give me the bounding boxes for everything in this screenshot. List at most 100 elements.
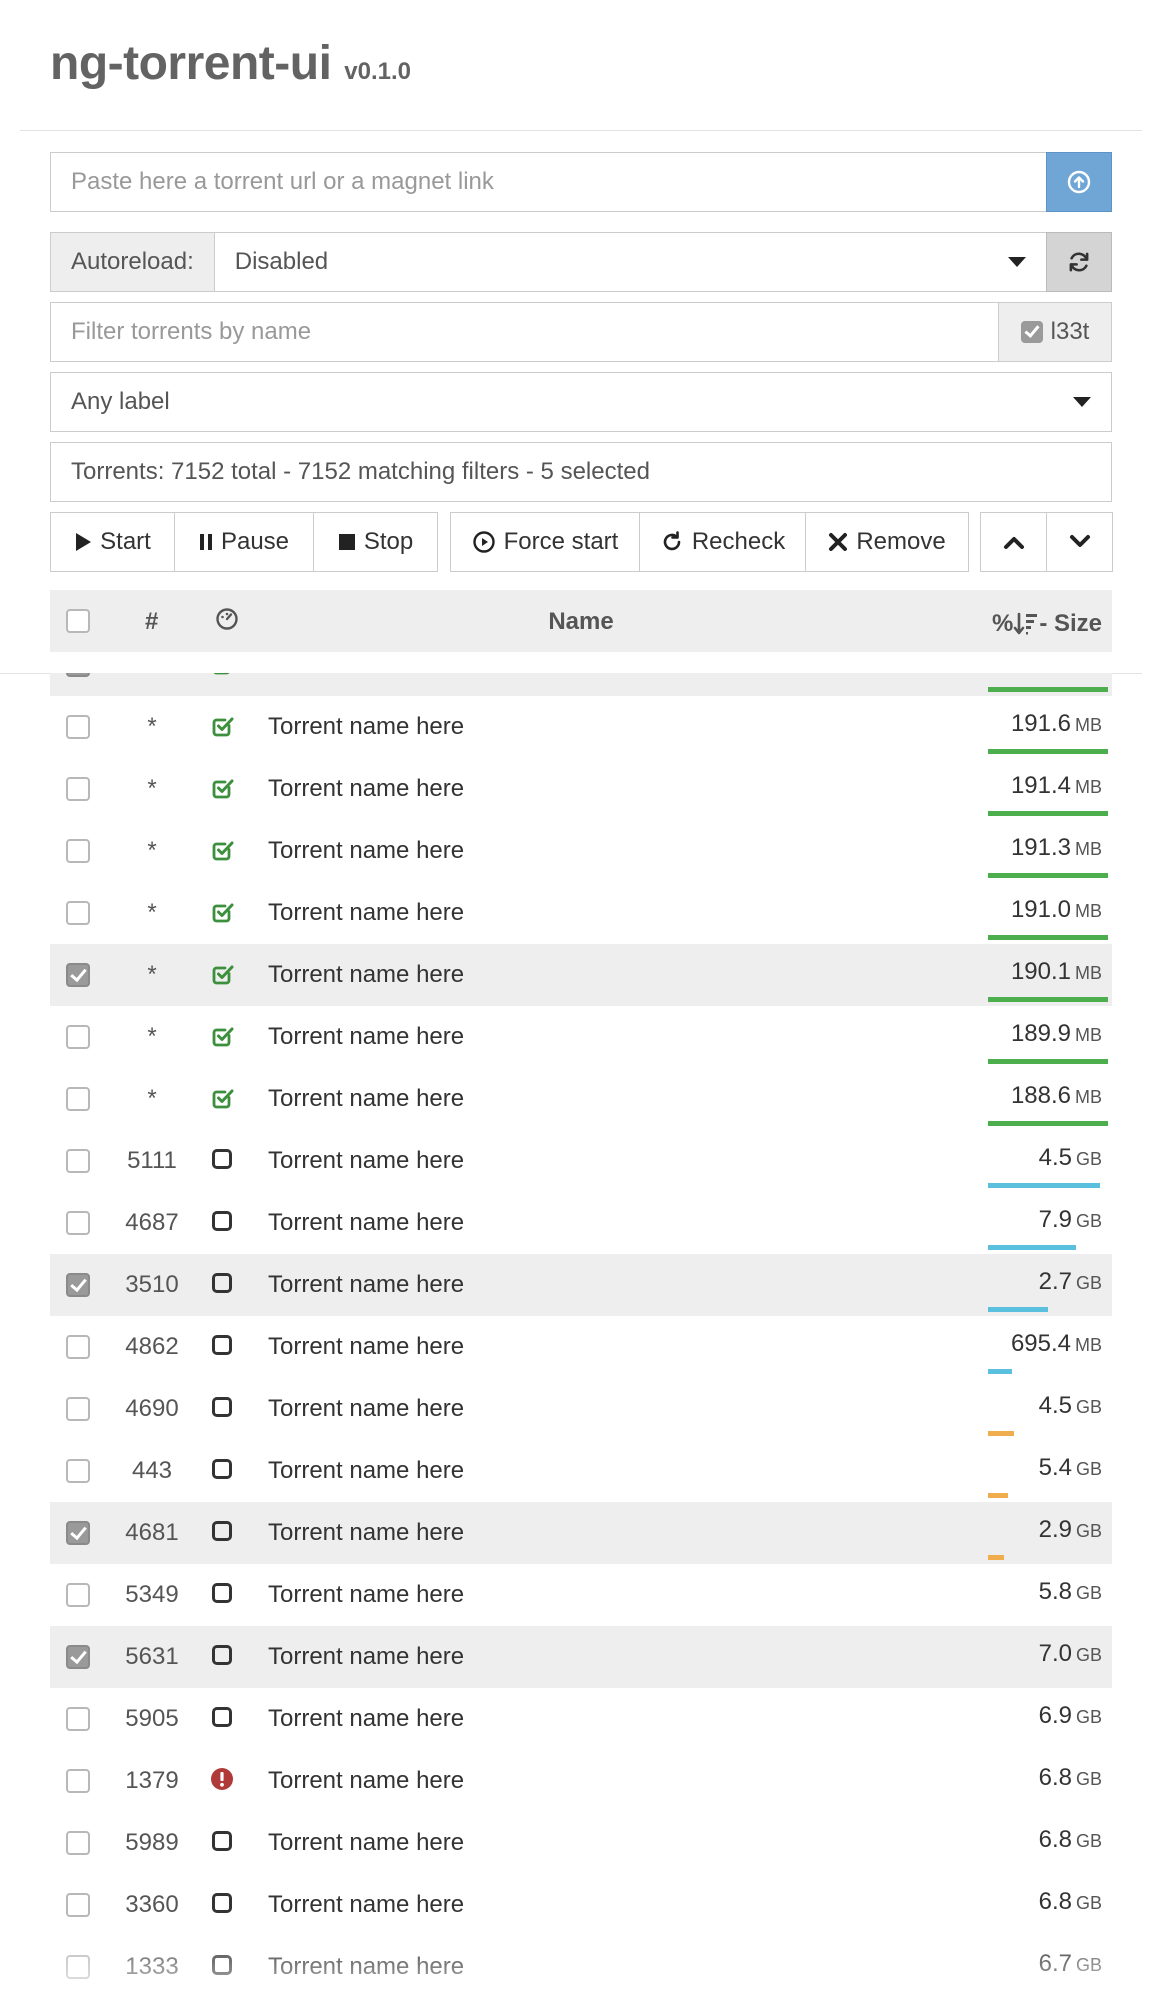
table-row[interactable]: * Torrent name here 191.3 MB [50, 820, 1112, 882]
row-size-unit: MB [1075, 839, 1102, 859]
row-checkbox[interactable] [66, 1397, 90, 1421]
table-row[interactable]: 1379 Torrent name here 6.8 GB [50, 1750, 1112, 1812]
table-row[interactable]: 4690 Torrent name here 4.5 GB [50, 1378, 1112, 1440]
torrent-url-input[interactable]: Paste here a torrent url or a magnet lin… [50, 152, 1046, 212]
leet-toggle[interactable]: l33t [998, 302, 1112, 362]
table-row[interactable]: 5111 Torrent name here 4.5 GB [50, 1130, 1112, 1192]
filter-input[interactable]: Filter torrents by name [50, 302, 998, 362]
pause-button[interactable]: Pause [174, 512, 314, 572]
table-row[interactable]: * Torrent name here 191.0 MB [50, 882, 1112, 944]
row-checkbox[interactable] [66, 1459, 90, 1483]
table-row[interactable]: 3360 Torrent name here 6.8 GB [50, 1874, 1112, 1936]
table-row[interactable]: 3510 Torrent name here 2.7 GB [50, 1254, 1112, 1316]
table-row[interactable]: 5989 Torrent name here 6.8 GB [50, 1812, 1112, 1874]
row-size: 6.8 GB [1039, 1826, 1102, 1854]
row-queue-number: 4690 [125, 1395, 179, 1422]
upload-button[interactable] [1046, 152, 1112, 212]
table-row[interactable]: 443 Torrent name here 5.4 GB [50, 1440, 1112, 1502]
reload-button[interactable] [1046, 232, 1112, 292]
row-size-unit: GB [1075, 1149, 1102, 1169]
row-checkbox[interactable] [66, 1087, 90, 1111]
table-row[interactable]: 1333 Torrent name here 6.7 GB [50, 1936, 1112, 1990]
table-row[interactable]: 4687 Torrent name here 7.9 GB [50, 1192, 1112, 1254]
move-down-button[interactable] [1046, 512, 1113, 572]
row-checkbox[interactable] [66, 1211, 90, 1235]
check-square-icon [210, 961, 240, 991]
row-checkbox[interactable] [66, 1521, 90, 1545]
label-select[interactable]: Any label [50, 372, 1112, 432]
column-name[interactable]: Name [50, 608, 1112, 636]
row-size-value: 190.1 [1010, 958, 1071, 985]
row-progress-bar [988, 1059, 1108, 1064]
row-checkbox[interactable] [66, 1955, 90, 1979]
row-size-value: 6.7 [1038, 1950, 1072, 1977]
leet-checkbox[interactable] [1020, 321, 1043, 343]
row-torrent-name: Torrent name here [268, 1209, 465, 1236]
row-checkbox[interactable] [66, 963, 90, 987]
row-queue-number: 5989 [125, 1829, 179, 1856]
row-checkbox[interactable] [66, 1893, 90, 1917]
row-size-unit: GB [1075, 1583, 1102, 1603]
row-checkbox[interactable] [66, 1831, 90, 1855]
row-size-value: 7.9 [1038, 1206, 1072, 1233]
row-size: 6.8 GB [1039, 1888, 1102, 1916]
force-start-button[interactable]: Force start [450, 512, 640, 572]
row-size: 189.9 MB [1011, 1020, 1102, 1048]
row-torrent-name: Torrent name here [268, 1581, 465, 1608]
row-checkbox[interactable] [66, 1583, 90, 1607]
table-row[interactable]: Torrent name here 201.7MB [50, 673, 1112, 696]
check-square-icon [210, 1023, 240, 1053]
row-torrent-name: Torrent name here [268, 899, 465, 926]
row-size-unit: GB [1075, 1211, 1102, 1231]
table-row[interactable]: 4681 Torrent name here 2.9 GB [50, 1502, 1112, 1564]
row-checkbox[interactable] [66, 1645, 90, 1669]
row-size-unit: GB [1075, 1831, 1102, 1851]
autoreload-select[interactable]: Disabled [213, 232, 1046, 292]
row-checkbox[interactable] [66, 901, 90, 925]
row-checkbox[interactable] [66, 1335, 90, 1359]
table-row[interactable]: 5631 Torrent name here 7.0 GB [50, 1626, 1112, 1688]
start-label: Start [100, 528, 151, 555]
row-size-unit: MB [1075, 1087, 1102, 1107]
square-icon [210, 1953, 240, 1983]
row-checkbox[interactable] [66, 1273, 90, 1297]
row-size-unit: MB [1075, 963, 1102, 983]
row-checkbox[interactable] [66, 777, 90, 801]
table-row[interactable]: * Torrent name here 188.6 MB [50, 1068, 1112, 1130]
check-square-icon [210, 775, 240, 805]
table-row[interactable]: * Torrent name here 189.9 MB [50, 1006, 1112, 1068]
row-checkbox[interactable] [66, 673, 90, 677]
table-row[interactable]: 4862 Torrent name here 695.4 MB [50, 1316, 1112, 1378]
row-checkbox[interactable] [66, 1707, 90, 1731]
move-up-button[interactable] [980, 512, 1047, 572]
recheck-button[interactable]: Recheck [639, 512, 806, 572]
start-button[interactable]: Start [50, 512, 175, 572]
row-checkbox[interactable] [66, 1025, 90, 1049]
row-size-unit: GB [1075, 1459, 1102, 1479]
stop-icon [338, 534, 355, 550]
filter-placeholder: Filter torrents by name [71, 318, 312, 345]
row-queue-number: 5111 [127, 1147, 177, 1174]
stop-button[interactable]: Stop [313, 512, 438, 572]
row-checkbox[interactable] [66, 1149, 90, 1173]
table-row[interactable]: 5349 Torrent name here 5.8 GB [50, 1564, 1112, 1626]
row-size-value: 5.4 [1038, 1454, 1072, 1481]
row-size: 2.7 GB [1039, 1268, 1102, 1296]
row-progress-bar [988, 1307, 1048, 1312]
table-row[interactable]: * Torrent name here 191.4 MB [50, 758, 1112, 820]
table-row[interactable]: 5905 Torrent name here 6.9 GB [50, 1688, 1112, 1750]
row-queue-number: 5905 [125, 1705, 179, 1732]
table-row[interactable]: * Torrent name here 190.1 MB [50, 944, 1112, 1006]
table-row[interactable]: * Torrent name here 191.6 MB [50, 696, 1112, 758]
row-checkbox[interactable] [66, 839, 90, 863]
row-size-unit: GB [1075, 1397, 1102, 1417]
column-size[interactable]: % - Size [992, 610, 1102, 638]
square-icon [210, 1705, 240, 1735]
row-torrent-name: Torrent name here [268, 961, 465, 988]
row-size: 7.9 GB [1039, 1206, 1102, 1234]
row-checkbox[interactable] [66, 1769, 90, 1793]
pause-label: Pause [220, 528, 290, 555]
row-checkbox[interactable] [66, 715, 90, 739]
row-torrent-name: Torrent name here [268, 1953, 465, 1980]
remove-button[interactable]: Remove [805, 512, 969, 572]
